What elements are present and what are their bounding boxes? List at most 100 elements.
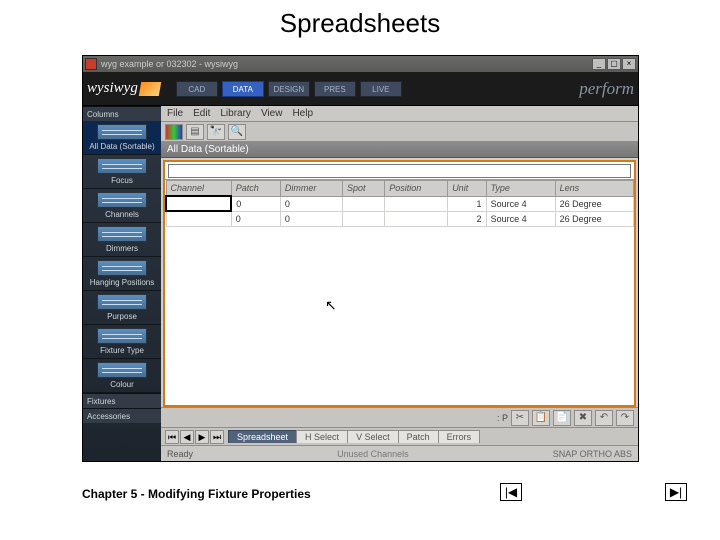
cell-channel[interactable] xyxy=(166,211,231,226)
logo-swoosh-icon xyxy=(139,82,161,96)
tab-nav-next-icon[interactable]: ▶ xyxy=(195,430,209,444)
undo-icon[interactable]: ↶ xyxy=(595,410,613,426)
cell-patch[interactable]: 0 xyxy=(231,211,280,226)
paste-icon[interactable]: 📄 xyxy=(553,410,571,426)
tool-find-icon[interactable]: 🔍 xyxy=(228,124,246,140)
cell-dimmer[interactable]: 0 xyxy=(280,196,342,211)
sidebar-item-channels[interactable]: Channels xyxy=(83,189,161,223)
tool-sheet-icon[interactable]: ▤ xyxy=(186,124,204,140)
p-label: : P xyxy=(497,413,508,423)
cut-icon[interactable]: ✂ xyxy=(511,410,529,426)
menu-help[interactable]: Help xyxy=(292,108,313,119)
cell-spot[interactable] xyxy=(343,211,385,226)
sidebar-thumb-icon xyxy=(97,328,147,344)
col-dimmer[interactable]: Dimmer xyxy=(280,181,342,197)
sheet-tab-spreadsheet[interactable]: Spreadsheet xyxy=(228,430,297,443)
col-channel[interactable]: Channel xyxy=(166,181,231,197)
table-row[interactable]: 0 0 2 Source 4 26 Degree xyxy=(166,211,634,226)
cell-channel[interactable] xyxy=(166,196,231,211)
sidebar-item-label: Colour xyxy=(110,380,134,389)
sidebar-thumb-icon xyxy=(97,226,147,242)
logo-text: wysiwyg xyxy=(87,80,138,97)
spreadsheet-pane: Channel Patch Dimmer Spot Position Unit … xyxy=(163,160,636,407)
app-icon xyxy=(85,58,97,70)
slide-next-button[interactable]: ▶| xyxy=(665,483,687,501)
logo-right: perform xyxy=(579,79,634,99)
cell-unit[interactable]: 1 xyxy=(448,196,486,211)
table-row[interactable]: 0 0 1 Source 4 26 Degree xyxy=(166,196,634,211)
delete-icon[interactable]: ✖ xyxy=(574,410,592,426)
col-type[interactable]: Type xyxy=(486,181,555,197)
sidebar-item-all-data[interactable]: All Data (Sortable) xyxy=(83,121,161,155)
status-mid: Unused Channels xyxy=(223,449,523,459)
sidebar-thumb-icon xyxy=(97,192,147,208)
window-title: wyg example or 032302 - wysiwyg xyxy=(101,59,588,69)
mode-tab-live[interactable]: LIVE xyxy=(360,81,402,97)
cell-dimmer[interactable]: 0 xyxy=(280,211,342,226)
sidebar-item-colour[interactable]: Colour xyxy=(83,359,161,393)
sidebar-group-columns: Columns xyxy=(83,106,161,121)
sidebar-item-focus[interactable]: Focus xyxy=(83,155,161,189)
app-header: wysiwyg CAD DATA DESIGN PRES LIVE perfor… xyxy=(83,72,638,106)
tool-rgb-icon[interactable] xyxy=(165,124,183,140)
tab-nav-last-icon[interactable]: ⏭ xyxy=(210,430,224,444)
copy-icon[interactable]: 📋 xyxy=(532,410,550,426)
main-area: File Edit Library View Help ▤ 🔭 🔍 All Da… xyxy=(161,106,638,461)
redo-icon[interactable]: ↷ xyxy=(616,410,634,426)
sidebar: Columns All Data (Sortable) Focus Channe… xyxy=(83,106,161,461)
tab-nav-first-icon[interactable]: ⏮ xyxy=(165,430,179,444)
sheet-tab-v-select[interactable]: V Select xyxy=(347,430,399,443)
window-close-button[interactable]: × xyxy=(622,58,636,70)
col-spot[interactable]: Spot xyxy=(343,181,385,197)
menu-file[interactable]: File xyxy=(167,108,183,119)
col-lens[interactable]: Lens xyxy=(555,181,633,197)
sidebar-item-label: Dimmers xyxy=(106,244,138,253)
col-unit[interactable]: Unit xyxy=(448,181,486,197)
sidebar-item-hanging-positions[interactable]: Hanging Positions xyxy=(83,257,161,291)
mode-tab-cad[interactable]: CAD xyxy=(176,81,218,97)
sheet-tab-errors[interactable]: Errors xyxy=(438,430,481,443)
window-maximize-button[interactable]: ▢ xyxy=(607,58,621,70)
cell-position[interactable] xyxy=(385,196,448,211)
sheet-tab-h-select[interactable]: H Select xyxy=(296,430,348,443)
menu-library[interactable]: Library xyxy=(220,108,251,119)
cell-type[interactable]: Source 4 xyxy=(486,211,555,226)
mode-tabs: CAD DATA DESIGN PRES LIVE xyxy=(176,81,402,97)
spreadsheet-canvas[interactable]: ↖ xyxy=(165,227,634,406)
formula-input[interactable] xyxy=(168,164,631,178)
menu-edit[interactable]: Edit xyxy=(193,108,210,119)
cell-unit[interactable]: 2 xyxy=(448,211,486,226)
cell-type[interactable]: Source 4 xyxy=(486,196,555,211)
col-patch[interactable]: Patch xyxy=(231,181,280,197)
sidebar-item-label: Purpose xyxy=(107,312,137,321)
cell-position[interactable] xyxy=(385,211,448,226)
sidebar-footer-accessories[interactable]: Accessories xyxy=(83,408,161,423)
tab-nav-prev-icon[interactable]: ◀ xyxy=(180,430,194,444)
mode-tab-design[interactable]: DESIGN xyxy=(268,81,310,97)
cell-patch[interactable]: 0 xyxy=(231,196,280,211)
slide-prev-button[interactable]: |◀ xyxy=(500,483,522,501)
sidebar-item-purpose[interactable]: Purpose xyxy=(83,291,161,325)
sheet-tabs-bar: ⏮ ◀ ▶ ⏭ Spreadsheet H Select V Select Pa… xyxy=(161,427,638,445)
menu-view[interactable]: View xyxy=(261,108,283,119)
sidebar-item-label: Fixture Type xyxy=(100,346,144,355)
status-left: Ready xyxy=(167,449,193,459)
sidebar-thumb-icon xyxy=(97,362,147,378)
pane-title: All Data (Sortable) xyxy=(167,144,249,155)
sidebar-item-label: Focus xyxy=(111,176,133,185)
sheet-tab-patch[interactable]: Patch xyxy=(398,430,439,443)
mode-tab-data[interactable]: DATA xyxy=(222,81,264,97)
sidebar-item-fixture-type[interactable]: Fixture Type xyxy=(83,325,161,359)
cursor-icon: ↖ xyxy=(325,297,337,314)
col-position[interactable]: Position xyxy=(385,181,448,197)
cell-lens[interactable]: 26 Degree xyxy=(555,196,633,211)
toolbar: ▤ 🔭 🔍 xyxy=(161,122,638,142)
window-minimize-button[interactable]: _ xyxy=(592,58,606,70)
sidebar-item-dimmers[interactable]: Dimmers xyxy=(83,223,161,257)
mode-tab-pres[interactable]: PRES xyxy=(314,81,356,97)
cell-spot[interactable] xyxy=(343,196,385,211)
tool-binoculars-icon[interactable]: 🔭 xyxy=(207,124,225,140)
statusbar: Ready Unused Channels SNAP ORTHO ABS xyxy=(161,445,638,461)
cell-lens[interactable]: 26 Degree xyxy=(555,211,633,226)
spreadsheet-table: Channel Patch Dimmer Spot Position Unit … xyxy=(165,180,634,227)
